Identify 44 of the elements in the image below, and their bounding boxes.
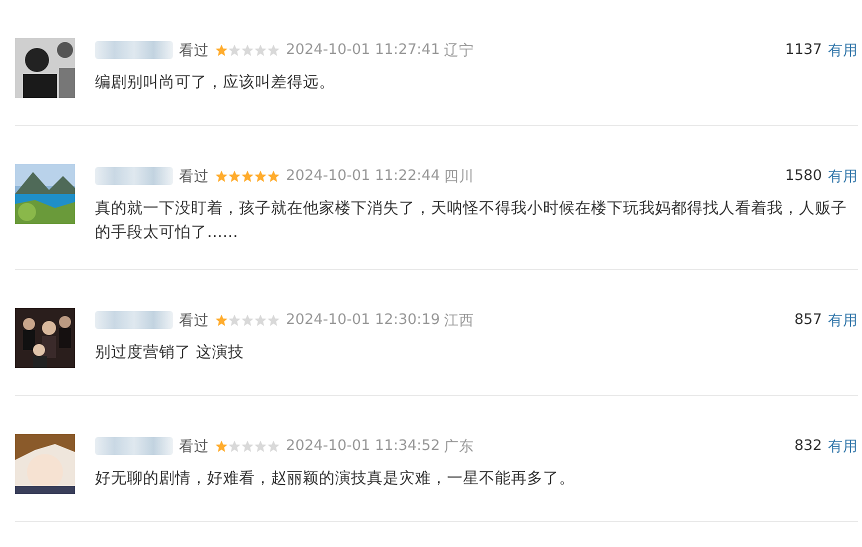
comment-text: 好无聊的剧情，好难看，赵丽颖的演技真是灾难，一星不能再多了。 [95, 468, 576, 489]
comment-location: 辽宁 [444, 42, 474, 60]
useful-link[interactable]: 有用 [828, 40, 858, 60]
vote-count: 1137 [785, 42, 822, 58]
comment-location: 广东 [444, 438, 474, 456]
comment-text: 别过度营销了 这演技 [95, 342, 245, 363]
star-icon [267, 170, 280, 182]
star-icon [228, 170, 241, 182]
star-icon [241, 440, 254, 452]
star-icon [228, 314, 241, 326]
watched-status: 看过 [179, 42, 209, 60]
comment-time: 2024-10-01 11:34:52 [286, 438, 440, 454]
comment-text: 真的就一下没盯着，孩子就在他家楼下消失了，天呐怪不得我小时候在楼下玩我妈都得找人看着我，人贩子的手段太可怕了…… [95, 198, 848, 243]
vote-count: 857 [794, 312, 822, 328]
star-icon [215, 170, 228, 182]
useful-link[interactable]: 有用 [828, 310, 858, 330]
star-icon [254, 170, 267, 182]
watched-status: 看过 [179, 168, 209, 186]
star-icon [254, 44, 267, 56]
watched-status: 看过 [179, 312, 209, 330]
comment-location: 四川 [444, 168, 474, 186]
watched-status: 看过 [179, 438, 209, 456]
star-icon [254, 314, 267, 326]
star-icon [241, 314, 254, 326]
comment-text: 编剧别叫尚可了，应该叫差得远。 [95, 72, 336, 93]
star-icon [215, 44, 228, 56]
comment-time: 2024-10-01 11:22:44 [286, 168, 440, 184]
useful-link[interactable]: 有用 [828, 166, 858, 186]
star-icon [267, 314, 280, 326]
useful-link[interactable]: 有用 [828, 436, 858, 456]
star-icon [241, 170, 254, 182]
star-icon [215, 440, 228, 452]
comment-time: 2024-10-01 11:27:41 [286, 42, 440, 58]
comment-time: 2024-10-01 12:30:19 [286, 312, 440, 328]
comment-location: 江西 [444, 312, 474, 330]
star-icon [228, 440, 241, 452]
star-icon [254, 440, 267, 452]
star-icon [267, 440, 280, 452]
star-icon [215, 314, 228, 326]
star-icon [241, 44, 254, 56]
vote-count: 832 [794, 438, 822, 454]
star-icon [228, 44, 241, 56]
vote-count: 1580 [785, 168, 822, 184]
star-icon [267, 44, 280, 56]
